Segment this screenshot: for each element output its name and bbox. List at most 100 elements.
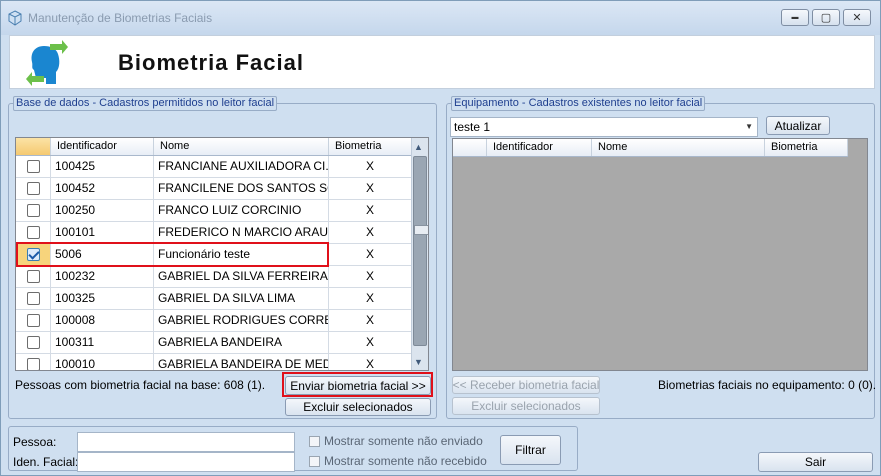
device-group-label: Equipamento - Cadastros existentes no le… (451, 96, 706, 111)
row-checkbox[interactable] (27, 336, 40, 349)
row-identificador: 100008 (51, 310, 154, 331)
maximize-button[interactable]: ▢ (812, 9, 840, 26)
row-nome: FRANCILENE DOS SANTOS SO... (154, 178, 329, 199)
face-sync-icon (26, 40, 68, 86)
row-checkbox[interactable] (27, 248, 40, 261)
row-checkbox[interactable] (27, 204, 40, 217)
table-row[interactable]: 100010 GABRIELA BANDEIRA DE MED... X (16, 354, 412, 370)
row-biometria: X (329, 178, 412, 199)
row-biometria: X (329, 200, 412, 221)
chevron-down-icon[interactable]: ▼ (745, 118, 753, 136)
device-grid[interactable]: Identificador Nome Biometria (452, 138, 868, 371)
row-nome: GABRIEL DA SILVA LIMA (154, 288, 329, 309)
row-identificador: 100232 (51, 266, 154, 287)
close-button[interactable]: ✕ (843, 9, 871, 26)
row-biometria: X (329, 288, 412, 309)
row-nome: FREDERICO N MARCIO ARAUJO (154, 222, 329, 243)
person-input[interactable] (77, 432, 295, 452)
scrollbar-grip-icon (414, 225, 428, 235)
row-select-cell[interactable] (16, 310, 51, 331)
table-row[interactable]: 100452 FRANCILENE DOS SANTOS SO... X (16, 178, 412, 200)
row-select-cell[interactable] (16, 156, 51, 177)
row-identificador: 100325 (51, 288, 154, 309)
row-nome: GABRIELA BANDEIRA (154, 332, 329, 353)
col-biometria[interactable]: Biometria (329, 138, 412, 155)
only-not-received-label[interactable]: Mostrar somente não recebido (324, 454, 487, 468)
row-checkbox[interactable] (27, 314, 40, 327)
delete-selected-left-button[interactable]: Excluir selecionados (285, 398, 431, 416)
select-column-header[interactable] (16, 138, 51, 155)
row-identificador: 5006 (51, 244, 154, 265)
database-grid[interactable]: Identificador Nome Biometria 100425 FRANC… (15, 137, 429, 371)
row-biometria: X (329, 156, 412, 177)
only-not-sent-checkbox[interactable] (309, 436, 320, 447)
row-select-cell[interactable] (16, 200, 51, 221)
table-row[interactable]: 100425 FRANCIANE AUXILIADORA CI... X (16, 156, 412, 178)
title-bar[interactable]: Manutenção de Biometrias Faciais ▬ ▢ ✕ (1, 1, 880, 35)
row-nome: FRANCO LUIZ CORCINIO (154, 200, 329, 221)
window-title: Manutenção de Biometrias Faciais (28, 11, 213, 25)
scroll-down-icon[interactable]: ▼ (414, 357, 423, 367)
filter-button[interactable]: Filtrar (500, 435, 561, 465)
col-nome[interactable]: Nome (154, 138, 329, 155)
facial-id-input[interactable] (77, 452, 295, 472)
scrollbar-thumb[interactable] (413, 156, 428, 346)
col-identificador[interactable]: Identificador (51, 138, 154, 155)
table-row[interactable]: 100008 GABRIEL RODRIGUES CORREIA X (16, 310, 412, 332)
row-identificador: 100250 (51, 200, 154, 221)
exit-button[interactable]: Sair (758, 452, 873, 472)
page-title: Biometria Facial (118, 50, 304, 75)
table-row[interactable]: 100101 FREDERICO N MARCIO ARAUJO X (16, 222, 412, 244)
minimize-icon: ▬ (791, 14, 799, 21)
receive-biometry-button[interactable]: << Receber biometria facial (452, 376, 600, 394)
database-grid-scrollbar[interactable]: ▲ ▼ (411, 138, 428, 370)
header-banner: Biometria Facial (9, 35, 875, 89)
row-select-cell[interactable] (16, 288, 51, 309)
row-checkbox[interactable] (27, 182, 40, 195)
row-select-cell[interactable] (16, 354, 51, 370)
table-row[interactable]: 100311 GABRIELA BANDEIRA X (16, 332, 412, 354)
database-group: Base de dados - Cadastros permitidos no … (8, 96, 437, 419)
row-identificador: 100311 (51, 332, 154, 353)
database-count-label: Pessoas com biometria facial na base: 60… (15, 378, 266, 392)
device-col-nome[interactable]: Nome (592, 139, 765, 156)
row-select-cell[interactable] (16, 332, 51, 353)
only-not-received-checkbox[interactable] (309, 456, 320, 467)
row-checkbox[interactable] (27, 292, 40, 305)
row-identificador: 100101 (51, 222, 154, 243)
delete-selected-right-button[interactable]: Excluir selecionados (452, 397, 600, 415)
row-select-cell[interactable] (16, 222, 51, 243)
row-nome: GABRIEL RODRIGUES CORREIA (154, 310, 329, 331)
row-nome: GABRIELA BANDEIRA DE MED... (154, 354, 329, 370)
row-checkbox[interactable] (27, 358, 40, 370)
row-select-cell[interactable] (16, 178, 51, 199)
row-select-cell[interactable] (16, 244, 51, 265)
filter-group: Pessoa: Iden. Facial: Mostrar somente nã… (8, 426, 578, 472)
database-grid-header: Identificador Nome Biometria (16, 138, 412, 156)
row-checkbox[interactable] (27, 270, 40, 283)
row-biometria: X (329, 332, 412, 353)
table-row[interactable]: 100250 FRANCO LUIZ CORCINIO X (16, 200, 412, 222)
row-biometria: X (329, 244, 412, 265)
device-select[interactable]: teste 1 ▼ (450, 117, 758, 137)
table-row[interactable]: 5006 Funcionário teste X (16, 244, 412, 266)
row-biometria: X (329, 310, 412, 331)
row-select-cell[interactable] (16, 266, 51, 287)
close-icon: ✕ (852, 12, 862, 24)
refresh-button[interactable]: Atualizar (766, 116, 830, 135)
device-col-identificador[interactable]: Identificador (487, 139, 592, 156)
table-row[interactable]: 100325 GABRIEL DA SILVA LIMA X (16, 288, 412, 310)
row-nome: GABRIEL DA SILVA FERREIRA (154, 266, 329, 287)
scroll-up-icon[interactable]: ▲ (414, 142, 423, 152)
minimize-button[interactable]: ▬ (781, 9, 809, 26)
only-not-sent-label[interactable]: Mostrar somente não enviado (324, 434, 483, 448)
row-checkbox[interactable] (27, 226, 40, 239)
row-checkbox[interactable] (27, 160, 40, 173)
table-row[interactable]: 100232 GABRIEL DA SILVA FERREIRA X (16, 266, 412, 288)
row-identificador: 100452 (51, 178, 154, 199)
device-select-column-header[interactable] (453, 139, 487, 156)
send-biometry-button[interactable]: Enviar biometria facial >> (285, 376, 431, 395)
device-col-biometria[interactable]: Biometria (765, 139, 848, 156)
row-biometria: X (329, 222, 412, 243)
row-identificador: 100010 (51, 354, 154, 370)
